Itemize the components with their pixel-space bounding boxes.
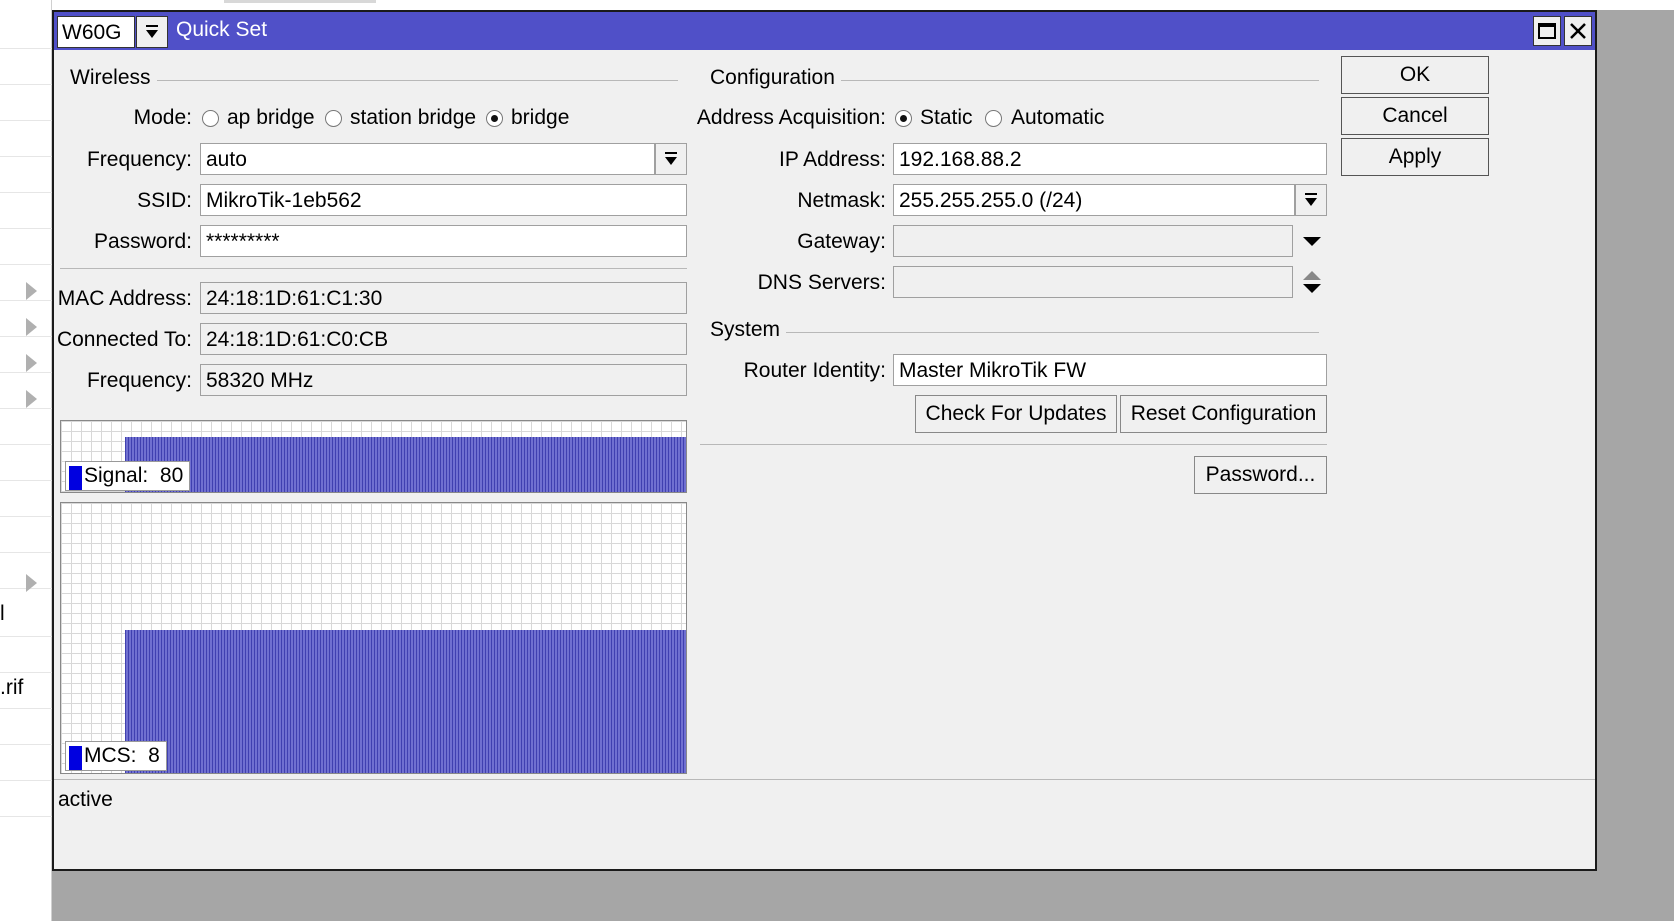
netmask-dropdown-button[interactable]: [1295, 184, 1327, 216]
dns-servers-input[interactable]: [893, 266, 1293, 298]
section-divider: [700, 444, 1327, 445]
netmask-select[interactable]: 255.255.255.0 (/24): [893, 184, 1295, 216]
apply-button[interactable]: Apply: [1341, 138, 1489, 176]
gateway-input[interactable]: [893, 225, 1293, 257]
background-top-bar: [52, 0, 1674, 10]
password-label: Password:: [93, 230, 192, 253]
dropdown-arrow-icon: [146, 25, 158, 38]
mac-address-field: 24:18:1D:61:C1:30: [200, 282, 687, 314]
chevron-down-icon: [1303, 237, 1321, 246]
ok-button[interactable]: OK: [1341, 56, 1489, 94]
expand-arrow-icon[interactable]: [26, 354, 37, 372]
address-automatic-radio[interactable]: [985, 110, 1002, 127]
expand-arrow-icon[interactable]: [26, 574, 37, 592]
signal-legend-swatch: [69, 466, 82, 490]
interface-dropdown-button[interactable]: [136, 16, 168, 48]
background-window-list: l .rif: [0, 0, 52, 921]
window-title: Quick Set: [176, 18, 268, 41]
signal-label: Signal:: [84, 464, 149, 487]
mcs-label: MCS:: [84, 744, 137, 767]
wireless-section-title: Wireless: [64, 66, 157, 90]
expand-arrow-icon[interactable]: [26, 390, 37, 408]
dns-servers-updown-button[interactable]: [1297, 266, 1327, 300]
address-static-label: Static: [920, 106, 973, 129]
ip-address-label: IP Address:: [778, 148, 886, 171]
dns-servers-label: DNS Servers:: [757, 271, 886, 294]
mode-bridge-label: bridge: [511, 106, 570, 129]
check-for-updates-button[interactable]: Check For Updates: [915, 395, 1117, 433]
expand-arrow-icon[interactable]: [26, 318, 37, 336]
section-divider: [60, 268, 687, 269]
gateway-expand-button[interactable]: [1297, 229, 1327, 253]
signal-value: 80: [159, 464, 184, 487]
interface-select[interactable]: W60G: [57, 16, 135, 48]
section-divider: [704, 332, 1319, 333]
mode-station-bridge-radio[interactable]: [325, 110, 342, 127]
mcs-legend: MCS: 8: [65, 741, 167, 771]
background-tab: [224, 0, 376, 3]
netmask-label: Netmask:: [797, 189, 886, 212]
ssid-label: SSID:: [137, 189, 192, 212]
mode-station-bridge-label: station bridge: [350, 106, 477, 129]
current-frequency-field: 58320 MHz: [200, 364, 687, 396]
address-static-radio[interactable]: [895, 110, 912, 127]
router-identity-input[interactable]: Master MikroTik FW: [893, 354, 1327, 386]
close-button[interactable]: [1564, 16, 1592, 46]
frequency-dropdown-button[interactable]: [655, 143, 687, 175]
reset-configuration-button[interactable]: Reset Configuration: [1120, 395, 1327, 433]
ip-address-input[interactable]: 192.168.88.2: [893, 143, 1327, 175]
password-input[interactable]: *********: [200, 225, 687, 257]
password-button[interactable]: Password...: [1194, 456, 1327, 494]
ssid-input[interactable]: MikroTik-1eb562: [200, 184, 687, 216]
close-icon: [1570, 23, 1586, 39]
current-frequency-label: Frequency:: [86, 369, 192, 392]
mcs-graph: MCS: 8: [60, 502, 687, 774]
mode-label: Mode:: [133, 106, 192, 129]
background-text-fragment: .rif: [0, 676, 24, 699]
maximize-button[interactable]: [1533, 16, 1561, 46]
mac-address-label: MAC Address:: [57, 287, 192, 310]
connected-to-label: Connected To:: [56, 328, 192, 351]
mcs-value: 8: [148, 744, 160, 767]
frequency-label: Frequency:: [86, 148, 192, 171]
signal-legend: Signal: 80: [65, 461, 191, 491]
cancel-button[interactable]: Cancel: [1341, 97, 1489, 135]
background-text-fragment: l: [0, 602, 5, 625]
mode-ap-bridge-label: ap bridge: [227, 106, 315, 129]
mcs-graph-bar: [125, 630, 686, 773]
mode-bridge-radio[interactable]: [486, 110, 503, 127]
status-text: active: [58, 788, 113, 811]
title-bar[interactable]: W60G Quick Set: [54, 12, 1595, 50]
router-identity-label: Router Identity:: [743, 359, 886, 382]
mode-ap-bridge-radio[interactable]: [202, 110, 219, 127]
gateway-label: Gateway:: [797, 230, 886, 253]
maximize-icon: [1538, 23, 1556, 39]
quick-set-window: W60G Quick Set Wireless Mode: ap bridge …: [52, 10, 1597, 871]
system-section-title: System: [704, 318, 787, 342]
dropdown-arrow-icon: [665, 152, 677, 165]
frequency-select[interactable]: auto: [200, 143, 655, 175]
address-automatic-label: Automatic: [1011, 106, 1105, 129]
status-bar-divider: [54, 779, 1595, 780]
configuration-section-title: Configuration: [704, 66, 841, 90]
address-acquisition-label: Address Acquisition:: [696, 106, 886, 129]
signal-graph: Signal: 80: [60, 420, 687, 493]
expand-arrow-icon[interactable]: [26, 282, 37, 300]
signal-graph-bar: [125, 437, 686, 492]
connected-to-field: 24:18:1D:61:C0:CB: [200, 323, 687, 355]
mcs-legend-swatch: [69, 746, 82, 770]
up-down-arrows-icon: [1303, 271, 1321, 293]
dropdown-arrow-icon: [1305, 193, 1317, 206]
